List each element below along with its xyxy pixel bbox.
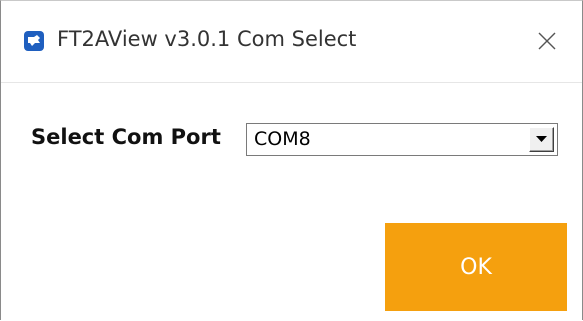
dropdown-button[interactable] (529, 127, 554, 152)
com-port-label: Select Com Port (31, 125, 221, 149)
ok-button[interactable]: OK (385, 223, 567, 311)
dialog-window: FT2AView v3.0.1 Com Select Select Com Po… (0, 0, 583, 321)
close-icon (538, 32, 556, 50)
dropdown-arrow-icon (536, 136, 547, 142)
dialog-body: Select Com Port COM8 OK (1, 83, 582, 321)
com-port-select[interactable]: COM8 (246, 123, 558, 156)
ok-label: OK (460, 254, 492, 280)
window-title: FT2AView v3.0.1 Com Select (57, 27, 357, 51)
title-bar[interactable]: FT2AView v3.0.1 Com Select (1, 1, 582, 83)
close-button[interactable] (529, 23, 565, 59)
com-port-value: COM8 (254, 128, 311, 150)
app-logo-icon (24, 31, 44, 51)
